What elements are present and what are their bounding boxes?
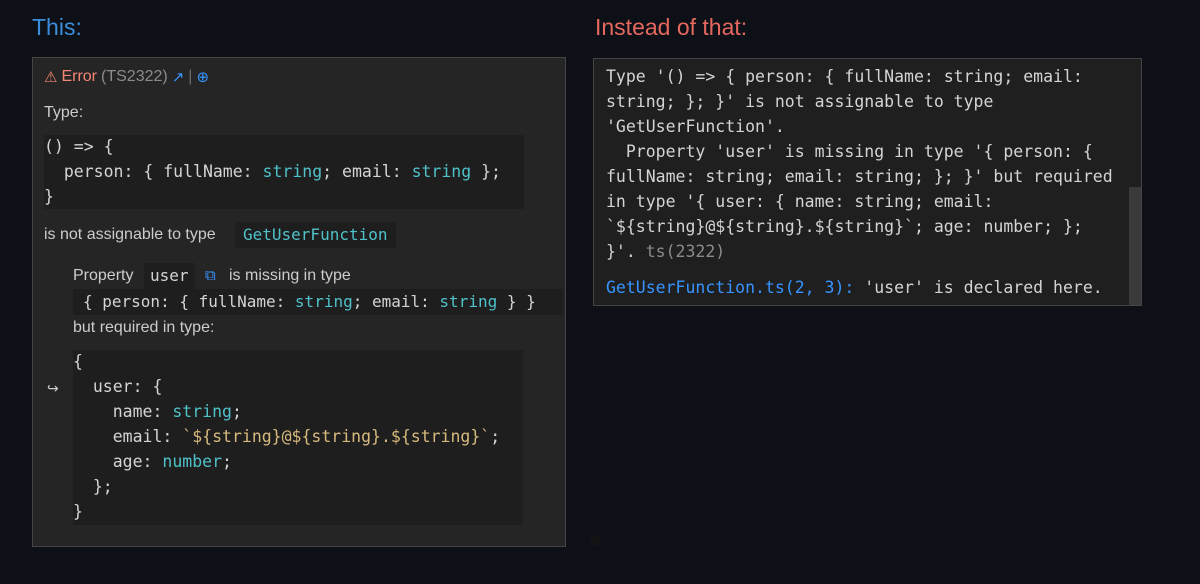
declared-here-line: GetUserFunction.ts(2, 3): 'user' is decl… [606, 278, 1103, 297]
code-line: { [73, 352, 83, 371]
code-line: } [73, 502, 83, 521]
copy-icon[interactable]: ⧉ [205, 266, 216, 284]
pretty-error-hover: ⚠ Error (TS2322) ↗ | ⊕ Type: () => { per… [32, 57, 566, 547]
required-text: but required in type: [73, 319, 215, 336]
separator: | [188, 68, 193, 85]
code-line: name: string; [73, 402, 242, 421]
code-line: () => { [44, 137, 114, 156]
raw-line: 'GetUserFunction'. [606, 117, 785, 136]
source-type-code: () => { person: { fullName: string; emai… [44, 135, 524, 209]
code-line: email: `${string}@${string}.${string}`; [73, 427, 501, 446]
code-line: user: { [73, 377, 163, 396]
raw-line: fullName: string; email: string; }; }' b… [606, 167, 1113, 186]
not-assignable-text: is not assignable to type [44, 226, 216, 243]
arrow-icon: ↪ [47, 381, 59, 397]
declaration-link[interactable]: GetUserFunction.ts(2, 3): [606, 278, 854, 297]
scrollbar[interactable] [1129, 187, 1141, 305]
raw-line: Type '() => { person: { fullName: string… [606, 67, 1083, 86]
raw-line: `${string}@${string}.${string}`; age: nu… [606, 217, 1083, 236]
type-label: Type: [44, 104, 84, 121]
error-code[interactable]: (TS2322) [101, 68, 168, 86]
warning-icon: ⚠ [44, 69, 58, 86]
raw-line: string; }; }' is not assignable to type [606, 92, 994, 111]
heading-instead: Instead of that: [595, 14, 748, 40]
raw-line: in type '{ user: { name: string; email: [606, 192, 994, 211]
inline-source-type: { person: { fullName: string; email: str… [73, 289, 563, 315]
artifact [591, 536, 600, 545]
raw-error-hover: Type '() => { person: { fullName: string… [593, 58, 1142, 306]
code-line: }; [73, 477, 113, 496]
error-label: Error [61, 68, 98, 85]
error-header: ⚠ Error (TS2322) ↗ | ⊕ [44, 68, 209, 86]
raw-line: Property 'user' is missing in type '{ pe… [606, 142, 1093, 161]
property-name-chip: user [144, 263, 195, 289]
heading-this: This: [32, 14, 82, 40]
external-link-icon[interactable]: ↗ [172, 68, 185, 86]
missing-text: is missing in type [229, 267, 351, 284]
code-line: } [44, 187, 54, 206]
raw-line: }'. ts(2322) [606, 242, 726, 261]
property-label: Property [73, 267, 134, 284]
required-type-code: { user: { name: string; email: `${string… [73, 350, 523, 525]
code-line: age: number; [73, 452, 232, 471]
target-type-chip: GetUserFunction [235, 222, 396, 248]
code-line: person: { fullName: string; email: strin… [44, 162, 501, 181]
globe-icon[interactable]: ⊕ [196, 68, 209, 86]
